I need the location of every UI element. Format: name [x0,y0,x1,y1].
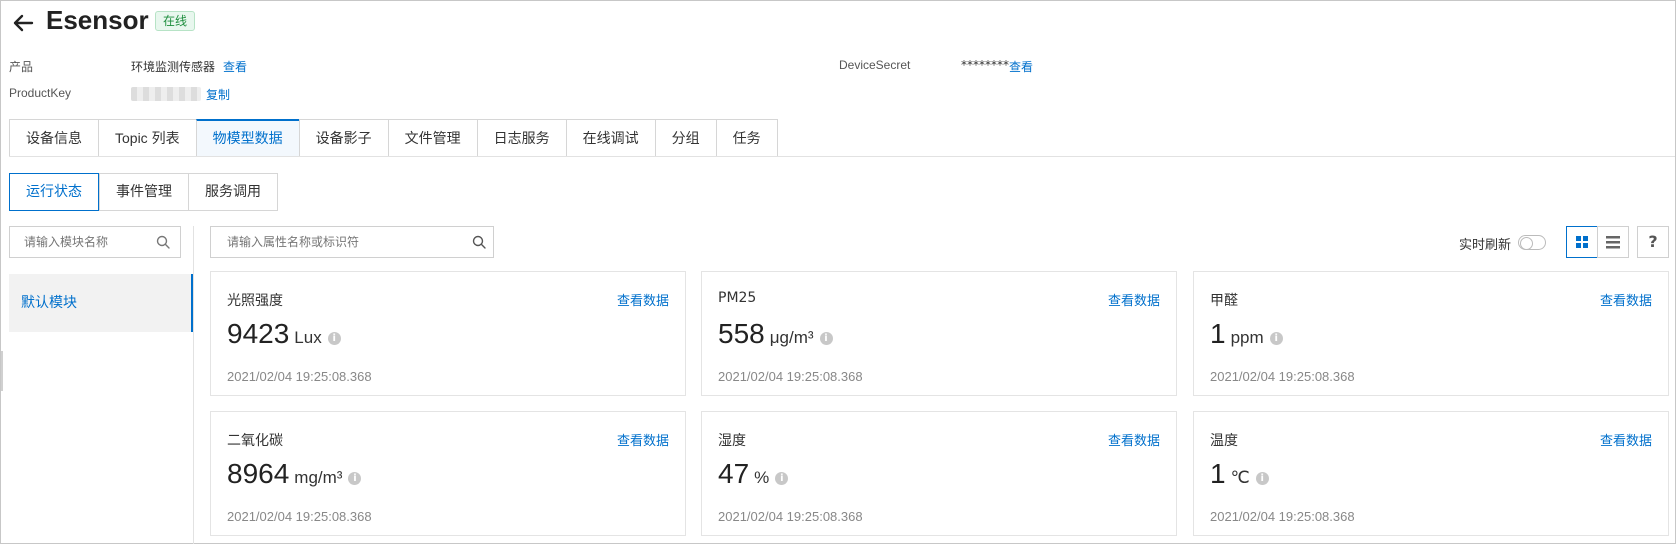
property-value-row: 1 ℃ i [1210,458,1269,490]
devicesecret-view-link[interactable]: 查看 [1009,58,1033,75]
panel-collapse-handle[interactable] [1,351,3,391]
view-data-link[interactable]: 查看数据 [1600,290,1652,309]
tab-device-shadow[interactable]: 设备影子 [298,119,388,157]
property-unit: mg/m³ [294,468,343,487]
list-view-button[interactable] [1597,226,1629,258]
property-name: PM25 [718,290,757,306]
view-data-link[interactable]: 查看数据 [1108,430,1160,449]
property-unit: % [754,468,770,487]
product-value: 环境监测传感器 [131,60,216,74]
view-data-link[interactable]: 查看数据 [617,290,669,309]
help-button[interactable]: ? [1637,226,1669,258]
property-name: 温度 [1210,433,1238,449]
property-card: 二氧化碳 查看数据 8964 mg/m³ i 2021/02/04 19:25:… [210,411,686,536]
property-timestamp: 2021/02/04 19:25:08.368 [718,369,863,384]
property-value-row: 47 % i [718,458,789,490]
list-icon [1606,236,1620,249]
property-value: 1 [1210,458,1226,489]
info-icon[interactable]: i [1269,332,1283,345]
sub-tabs: 运行状态 事件管理 服务调用 [9,173,278,211]
property-card: 光照强度 查看数据 9423 Lux i 2021/02/04 19:25:08… [210,271,686,396]
property-name: 光照强度 [227,293,283,309]
left-panel-divider [193,226,194,544]
property-value-row: 8964 mg/m³ i [227,458,362,490]
tab-file-management[interactable]: 文件管理 [387,119,477,157]
property-value-row: 9423 Lux i [227,318,341,350]
tab-online-debug[interactable]: 在线调试 [565,119,655,157]
info-icon[interactable]: i [1255,472,1269,485]
tab-task[interactable]: 任务 [715,119,778,157]
device-detail-page: Esensor 在线 产品 环境监测传感器 查看 ProductKey 复制 D… [0,0,1676,544]
productkey-label: ProductKey [9,86,72,100]
property-unit: ppm [1230,328,1264,347]
search-icon[interactable] [155,234,171,250]
property-timestamp: 2021/02/04 19:25:08.368 [227,369,372,384]
productkey-masked-value [131,87,201,101]
product-view-link[interactable]: 查看 [223,58,247,75]
info-icon[interactable]: i [819,332,833,345]
info-icon[interactable]: i [327,332,341,345]
property-name: 二氧化碳 [227,433,283,449]
info-icon[interactable]: i [775,472,789,485]
devicesecret-value: ******** [961,58,1009,72]
view-data-link[interactable]: 查看数据 [1108,290,1160,309]
property-timestamp: 2021/02/04 19:25:08.368 [227,509,372,524]
property-value: 1 [1210,318,1226,349]
property-value: 9423 [227,318,290,349]
property-card: 温度 查看数据 1 ℃ i 2021/02/04 19:25:08.368 [1193,411,1669,536]
realtime-refresh-label: 实时刷新 [1459,238,1512,253]
subtab-running-status[interactable]: 运行状态 [9,173,99,211]
realtime-refresh-toggle[interactable] [1518,235,1546,250]
subtab-event-management[interactable]: 事件管理 [99,173,188,211]
product-label: 产品 [9,60,34,74]
tab-device-info[interactable]: 设备信息 [9,119,98,157]
view-data-link[interactable]: 查看数据 [617,430,669,449]
property-value: 558 [718,318,765,349]
info-icon[interactable]: i [348,472,362,485]
view-data-link[interactable]: 查看数据 [1600,430,1652,449]
property-timestamp: 2021/02/04 19:25:08.368 [1210,369,1355,384]
property-name: 甲醛 [1210,293,1238,309]
property-value: 47 [718,458,750,489]
grid-icon [1576,236,1588,248]
property-unit: ℃ [1230,468,1250,487]
property-timestamp: 2021/02/04 19:25:08.368 [718,509,863,524]
property-name: 湿度 [718,433,746,449]
property-unit: Lux [294,328,322,347]
module-item-default[interactable]: 默认模块 [9,274,193,332]
property-value-row: 558 μg/m³ i [718,318,833,350]
productkey-copy-link[interactable]: 复制 [206,86,230,103]
devicesecret-label: DeviceSecret [839,58,911,72]
back-arrow-icon[interactable] [11,11,35,35]
tab-group[interactable]: 分组 [654,119,716,157]
property-card: 湿度 查看数据 47 % i 2021/02/04 19:25:08.368 [701,411,1177,536]
property-card: 甲醛 查看数据 1 ppm i 2021/02/04 19:25:08.368 [1193,271,1669,396]
property-card: PM25 查看数据 558 μg/m³ i 2021/02/04 19:25:0… [701,271,1177,396]
property-value-row: 1 ppm i [1210,318,1283,350]
status-badge: 在线 [155,11,196,31]
tab-topic-list[interactable]: Topic 列表 [98,119,196,157]
property-unit: μg/m³ [769,328,814,347]
page-title: Esensor [46,5,149,35]
grid-view-button[interactable] [1566,226,1598,258]
tab-log-service[interactable]: 日志服务 [476,119,566,157]
main-tabs: 设备信息 Topic 列表 物模型数据 设备影子 文件管理 日志服务 在线调试 … [9,119,778,157]
subtab-service-call[interactable]: 服务调用 [188,173,278,211]
property-timestamp: 2021/02/04 19:25:08.368 [1210,509,1355,524]
property-value: 8964 [227,458,290,489]
tabs-divider [9,156,1675,157]
search-icon[interactable] [471,234,487,250]
property-search-input[interactable] [210,226,494,258]
tab-thing-model-data[interactable]: 物模型数据 [195,119,299,157]
